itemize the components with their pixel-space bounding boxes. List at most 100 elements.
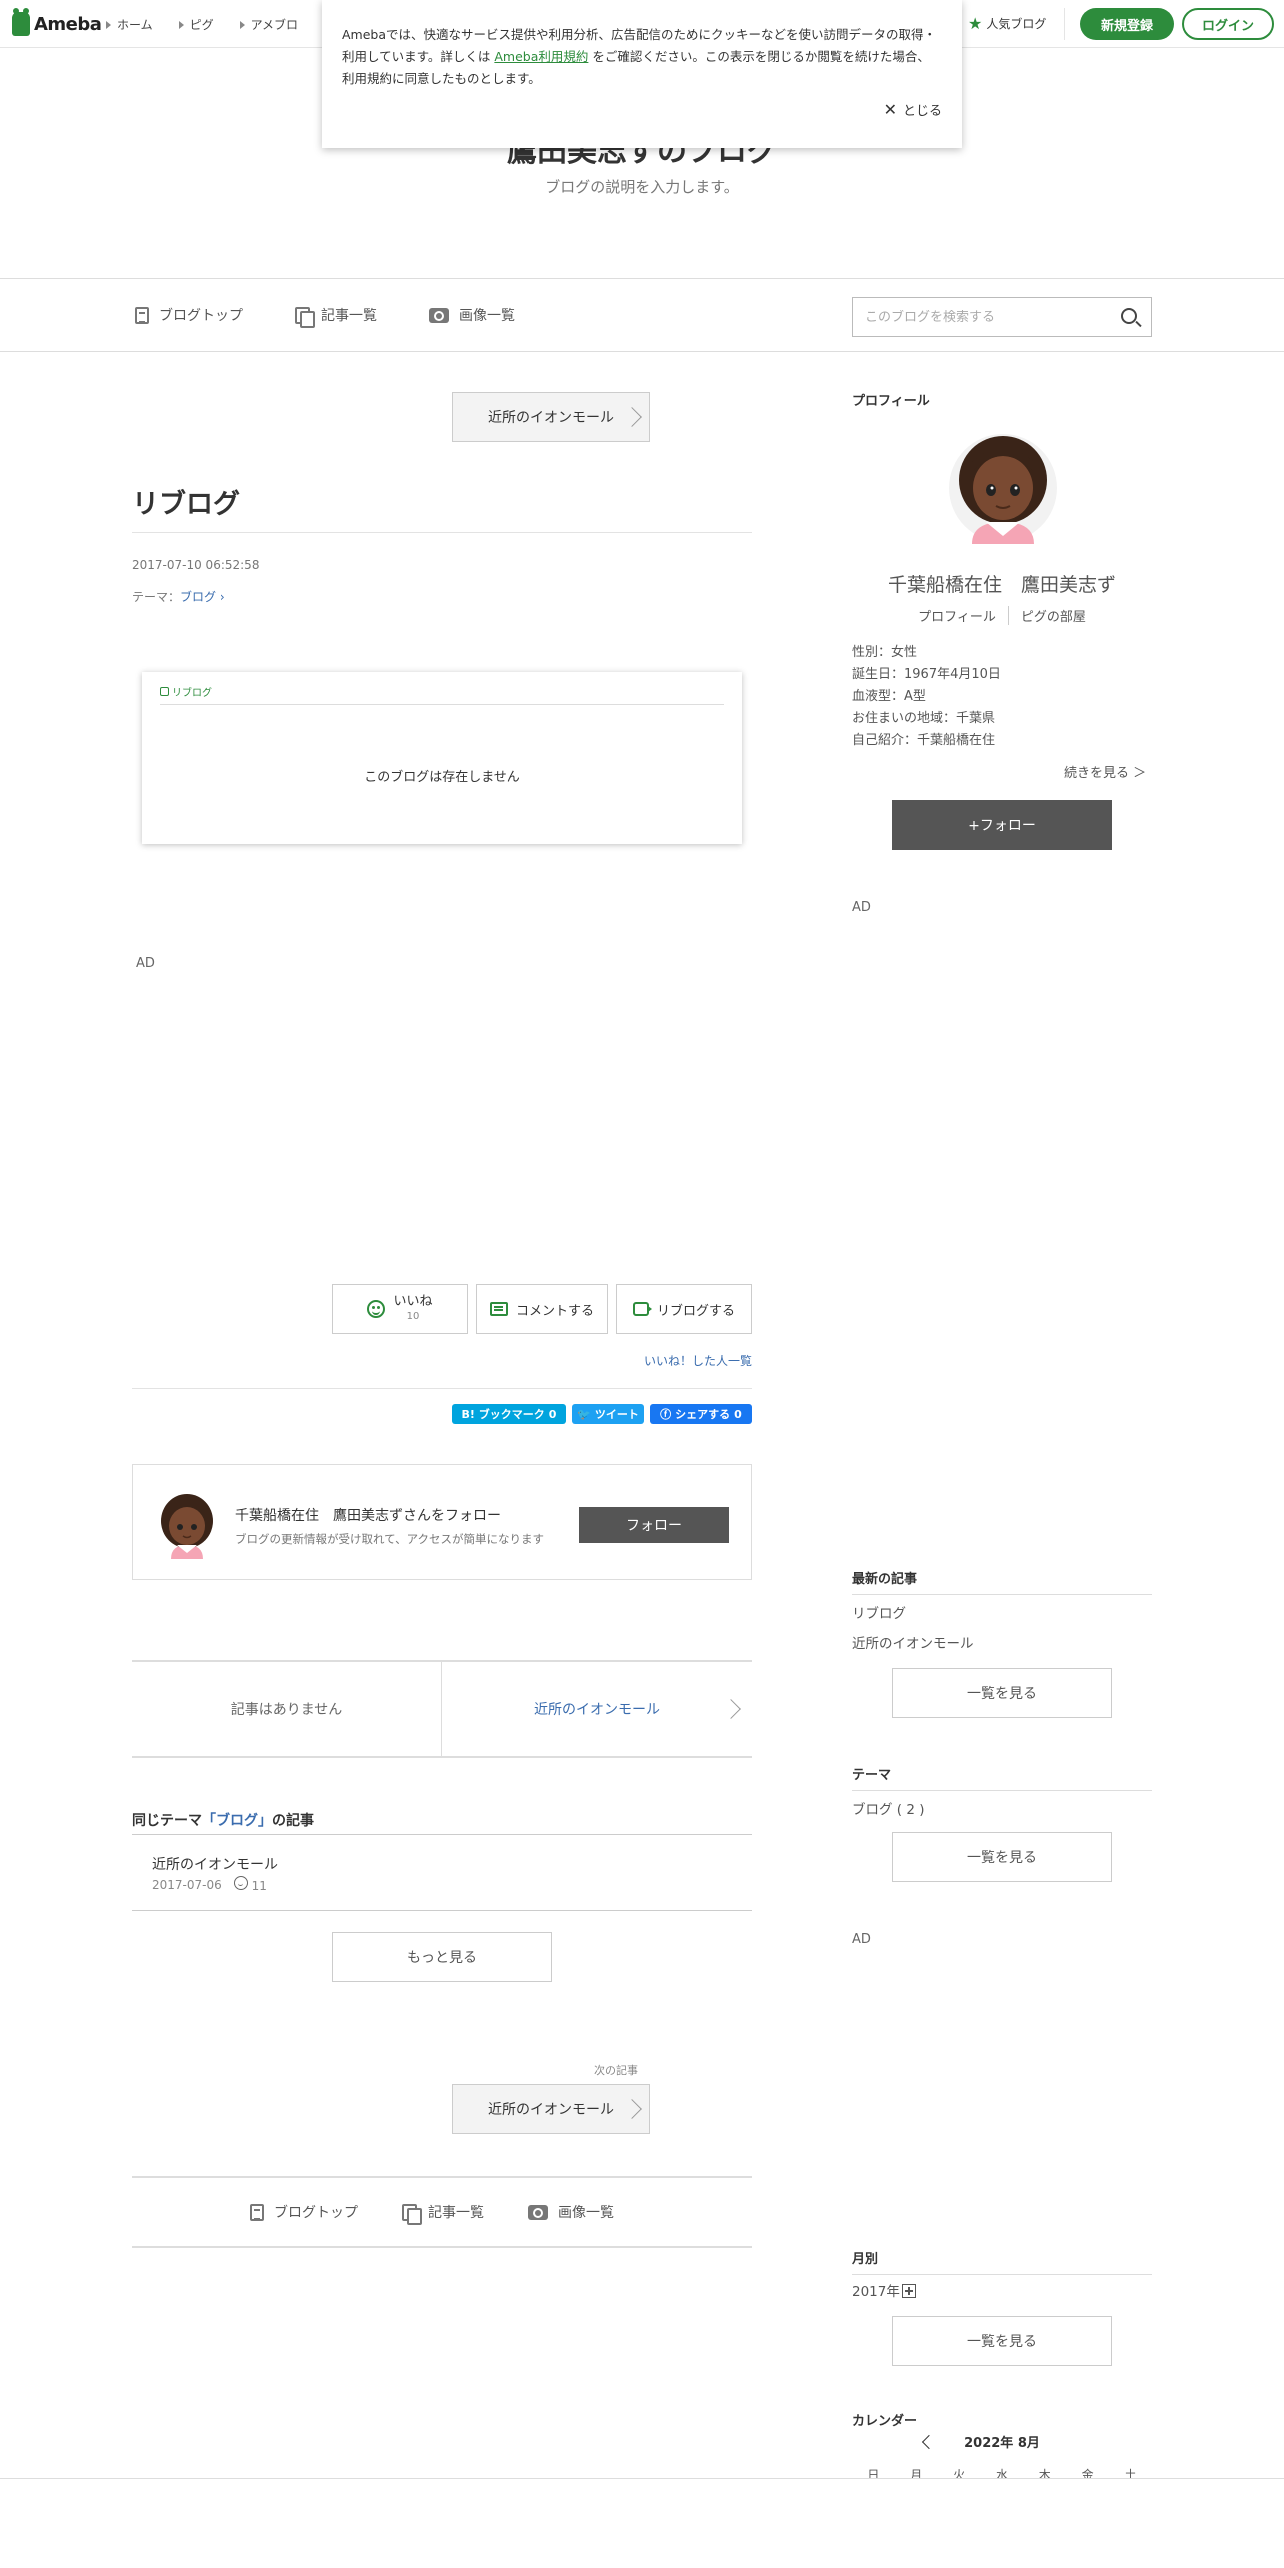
profile-links: プロフィール ピグの部屋	[852, 606, 1152, 625]
close-icon: ✕	[883, 100, 897, 119]
copy-icon	[402, 2203, 422, 2225]
sidebar-ad-label: AD	[852, 900, 871, 915]
logo-text: Ameba	[34, 13, 102, 35]
star-icon: ★	[968, 13, 983, 33]
list-item[interactable]: 近所のイオンモール	[152, 1854, 278, 1874]
monthly-divider	[852, 2274, 1152, 2275]
triangle-right-icon	[239, 20, 245, 29]
entry-list-link[interactable]: 記事一覧	[402, 2202, 484, 2225]
facebook-share-button[interactable]: ⓕ シェアする 0	[650, 1404, 752, 1424]
next-entry-button[interactable]: 近所のイオンモール	[452, 2084, 650, 2134]
ameba-logo-icon	[12, 8, 30, 36]
follow-description: ブログの更新情報が受け取れて、アクセスが簡単になります	[235, 1532, 545, 1546]
more-button[interactable]: もっと見る	[332, 1932, 552, 1982]
profile-avatar[interactable]	[948, 432, 1058, 544]
calendar-heading: カレンダー	[852, 2414, 918, 2429]
reblog-label: リブログ	[160, 684, 212, 699]
older-entry-link[interactable]: 近所のイオンモール	[442, 1662, 752, 1756]
terms-link[interactable]: Ameba利用規約	[494, 49, 588, 64]
list-item-meta: 2017-07-06 11	[152, 1876, 267, 1893]
reblog-card[interactable]: リブログ このブログは存在しません	[142, 672, 742, 844]
reblog-message: このブログは存在しません	[364, 770, 520, 785]
same-theme-bottom-divider	[132, 1910, 752, 1911]
hatena-bookmark-button[interactable]: B! ブックマーク 0	[452, 1404, 566, 1424]
profile-info: 性別：女性 誕生日：1967年4月10日 血液型：A型 お住まいの地域：千葉県 …	[852, 645, 1001, 748]
theme-link[interactable]: ブログ ›	[180, 590, 225, 604]
calendar-header: 2022年 8月	[852, 2432, 1152, 2451]
newer-entry: 記事はありません	[132, 1662, 442, 1756]
likers-link[interactable]: いいね！した人一覧	[644, 1352, 752, 1369]
pig-room-link[interactable]: ピグの部屋	[1007, 606, 1098, 625]
month-item[interactable]: 2017年	[852, 2280, 916, 2300]
document-icon	[135, 306, 149, 324]
camera-icon	[528, 2204, 548, 2220]
next-entry-label: 次の記事	[594, 2064, 638, 2077]
follow-button[interactable]: フォロー	[579, 1507, 729, 1543]
comment-icon	[489, 1302, 508, 1316]
latest-divider	[852, 1594, 1152, 1595]
follow-box: 千葉船橋在住 鷹田美志ずさんをフォロー ブログの更新情報が受け取れて、アクセスが…	[132, 1464, 752, 1580]
cookie-close-button[interactable]: ✕ とじる	[884, 100, 942, 119]
title-divider	[132, 532, 752, 533]
nav-pigg[interactable]: ピグ	[178, 16, 214, 33]
sidebar-ad-label-2: AD	[852, 1932, 871, 1947]
sidebar-follow-button[interactable]: +フォロー	[892, 800, 1112, 850]
entry-pager: 記事はありません 近所のイオンモール	[132, 1660, 752, 1758]
reblog-icon	[632, 1302, 652, 1316]
chevron-right-icon	[721, 1699, 741, 1719]
expand-plus-icon[interactable]	[901, 2284, 916, 2298]
cookie-text: Amebaでは、快適なサービス提供や利用分析、広告配信のためにクッキーなどを使い…	[342, 27, 937, 86]
prev-entry-button[interactable]: 近所のイオンモール	[452, 392, 650, 442]
blog-nav: ブログトップ 記事一覧 画像一覧	[0, 278, 1284, 352]
image-list-link[interactable]: 画像一覧	[528, 2202, 614, 2222]
chevron-left-icon[interactable]	[922, 2434, 937, 2449]
reblog-icon	[160, 687, 169, 696]
like-button[interactable]: いいね 10	[332, 1284, 468, 1334]
login-button[interactable]: ログイン	[1182, 8, 1274, 40]
tweet-button[interactable]: 🐦 ツイート	[572, 1404, 644, 1424]
search-input[interactable]	[865, 309, 1115, 325]
ameba-logo[interactable]: Ameba	[12, 8, 102, 36]
camera-icon	[429, 307, 449, 323]
twitter-icon: 🐦	[577, 1407, 591, 1421]
register-button[interactable]: 新規登録	[1080, 8, 1174, 40]
reblog-button[interactable]: リブログする	[616, 1284, 752, 1334]
reblog-card-divider	[160, 704, 724, 705]
entry-list-link[interactable]: 記事一覧	[295, 305, 377, 328]
footer-bar	[0, 2478, 1284, 2568]
copy-icon	[295, 306, 315, 328]
latest-item[interactable]: リブログ	[852, 1602, 906, 1622]
cookie-banner: Amebaでは、快適なサービス提供や利用分析、広告配信のためにクッキーなどを使い…	[322, 0, 962, 148]
popular-blog-link[interactable]: ★ 人気ブログ	[968, 15, 1046, 32]
comment-button[interactable]: コメントする	[476, 1284, 608, 1334]
document-icon	[250, 2203, 264, 2221]
nav-home[interactable]: ホーム	[106, 16, 153, 33]
ad-label: AD	[136, 956, 155, 971]
blog-search	[852, 297, 1152, 337]
profile-link[interactable]: プロフィール	[906, 606, 1008, 625]
smile-icon	[233, 1876, 248, 1890]
blog-top-link[interactable]: ブログトップ	[135, 305, 243, 325]
entry-date: 2017-07-10 06:52:58	[132, 558, 260, 572]
image-list-link[interactable]: 画像一覧	[429, 305, 515, 325]
theme-item[interactable]: ブログ ( 2 )	[852, 1798, 925, 1818]
latest-list-button[interactable]: 一覧を見る	[892, 1668, 1112, 1718]
nav-ameblo[interactable]: アメブロ	[239, 16, 298, 33]
profile-name: 千葉船橋在住 鷹田美志ず	[887, 574, 1116, 596]
monthly-list-button[interactable]: 一覧を見る	[892, 2316, 1112, 2366]
theme-list-button[interactable]: 一覧を見る	[892, 1832, 1112, 1882]
blog-top-link[interactable]: ブログトップ	[250, 2202, 358, 2222]
chevron-right-icon	[622, 407, 642, 427]
same-theme-heading: 同じテーマ「ブログ」の記事	[132, 1813, 314, 1829]
theme-heading: テーマ	[852, 1768, 892, 1783]
latest-item[interactable]: 近所のイオンモール	[852, 1632, 974, 1652]
search-icon[interactable]	[1121, 308, 1137, 324]
like-count: 10	[406, 1311, 420, 1322]
global-nav: ホーム ピグ アメブロ	[106, 16, 298, 33]
profile-more-link[interactable]: 続きを見る ＞	[1064, 762, 1146, 781]
share-divider	[132, 1388, 752, 1389]
monthly-heading: 月別	[852, 2252, 879, 2267]
same-theme-divider	[132, 1834, 752, 1835]
facebook-icon: ⓕ	[660, 1408, 672, 1421]
triangle-right-icon	[106, 20, 111, 29]
